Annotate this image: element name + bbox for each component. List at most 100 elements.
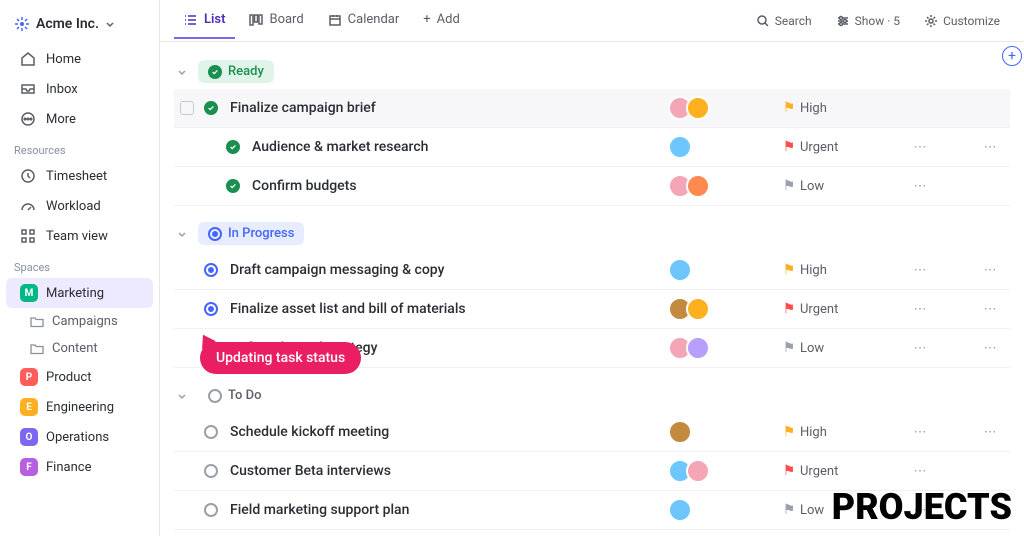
status-open-icon[interactable] [204,503,218,517]
status-progress-icon[interactable] [204,263,218,277]
task-title: Draft campaign messaging & copy [230,262,668,278]
sidebar-space-engineering[interactable]: EEngineering [6,392,153,422]
group-badge: To Do [198,384,272,407]
tab-list[interactable]: List [174,2,235,39]
chevron-down-icon[interactable] [174,64,190,80]
flag-icon[interactable]: ⚑ [783,262,796,278]
nav-timesheet[interactable]: Timesheet [6,161,153,191]
flag-icon[interactable]: ⚑ [783,340,796,356]
assignees [668,336,728,360]
task-row[interactable]: Confirm budgets ⚑ Low ⋯ [174,167,1010,206]
status-open-icon[interactable] [204,464,218,478]
tab-add-label: Add [437,12,460,27]
sidebar-space-marketing[interactable]: M Marketing [6,278,153,308]
more-icon[interactable]: ⋯ [970,263,1010,278]
status-done-icon[interactable] [226,179,240,193]
avatar[interactable] [668,420,692,444]
group-header[interactable]: To Do [174,378,1010,413]
more-icon[interactable]: ⋯ [870,263,970,278]
sidebar-space-finance[interactable]: FFinance [6,452,153,482]
status-open-icon[interactable] [204,425,218,439]
status-progress-icon[interactable] [204,302,218,316]
space-label: Marketing [46,286,104,301]
chevron-down-icon[interactable] [174,226,190,242]
task-row[interactable]: Audience & market research ⚑ Urgent ⋯ ⋯ [174,128,1010,167]
more-icon[interactable]: ⋯ [870,140,970,155]
group-label: In Progress [228,226,294,241]
task-title: Field marketing support plan [230,502,668,518]
space-badge: M [20,284,38,302]
avatar[interactable] [686,297,710,321]
gauge-icon [20,198,36,214]
task-row[interactable]: Finalize asset list and bill of material… [174,290,1010,329]
task-row[interactable]: Finalize campaign brief ⚑ High [174,89,1010,128]
sidebar-folder-campaigns[interactable]: Campaigns [0,308,159,335]
search-icon [756,14,770,28]
flag-icon[interactable]: ⚑ [783,502,796,518]
task-row[interactable]: Schedule kickoff meeting ⚑ High ⋯ ⋯ [174,413,1010,452]
task-row[interactable]: Draft campaign messaging & copy ⚑ High ⋯… [174,251,1010,290]
sidebar-space-product[interactable]: PProduct [6,362,153,392]
more-icon[interactable]: ⋯ [870,302,970,317]
workspace-switcher[interactable]: Acme Inc. [0,10,159,44]
add-task-button[interactable]: + [1002,46,1022,66]
folder-icon [30,315,44,329]
clock-icon [20,168,36,184]
show-button[interactable]: Show · 5 [826,8,910,34]
tab-calendar[interactable]: Calendar [318,2,410,39]
group-label: Ready [228,64,264,79]
nav-inbox[interactable]: Inbox [6,74,153,104]
nav-home[interactable]: Home [6,44,153,74]
avatar[interactable] [668,135,692,159]
tab-board[interactable]: Board [239,2,313,39]
customize-label: Customize [943,14,1000,28]
task-title: Confirm budgets [252,178,668,194]
customize-button[interactable]: Customize [914,8,1010,34]
nav-teamview[interactable]: Team view [6,221,153,251]
flag-icon[interactable]: ⚑ [783,100,796,116]
group-header[interactable]: In Progress [174,216,1010,251]
more-icon[interactable]: ⋯ [870,179,970,194]
task-checkbox[interactable] [180,101,194,115]
status-done-icon[interactable] [204,101,218,115]
more-icon[interactable]: ⋯ [970,341,1010,356]
avatar[interactable] [686,336,710,360]
more-icon[interactable]: ⋯ [970,302,1010,317]
nav-home-label: Home [46,52,81,67]
avatar[interactable] [668,498,692,522]
flag-icon[interactable]: ⚑ [783,463,796,479]
nav-more-label: More [46,112,76,127]
flag-icon[interactable]: ⚑ [783,301,796,317]
nav-teamview-label: Team view [46,229,108,244]
sidebar-folder-content[interactable]: Content [0,335,159,362]
avatar[interactable] [686,96,710,120]
flag-icon[interactable]: ⚑ [783,178,796,194]
search-button[interactable]: Search [746,8,822,34]
task-priority: Low [800,179,870,194]
resources-label: Resources [0,134,159,161]
more-icon[interactable]: ⋯ [970,140,1010,155]
task-priority: Urgent [800,140,870,155]
tab-add[interactable]: + Add [413,2,470,39]
task-title: Customer Beta interviews [230,463,668,479]
group-header[interactable]: Ready [174,54,1010,89]
more-icon[interactable]: ⋯ [970,425,1010,440]
sliders-icon [836,14,850,28]
avatar[interactable] [668,258,692,282]
space-label: Operations [46,430,109,445]
flag-icon[interactable]: ⚑ [783,139,796,155]
flag-icon[interactable]: ⚑ [783,424,796,440]
more-icon[interactable]: ⋯ [870,464,970,479]
group-badge: Ready [198,60,274,83]
nav-workload[interactable]: Workload [6,191,153,221]
avatar[interactable] [686,459,710,483]
avatar[interactable] [686,174,710,198]
more-icon [20,111,36,127]
chevron-down-icon[interactable] [174,388,190,404]
nav-more[interactable]: More [6,104,153,134]
more-icon[interactable]: ⋯ [870,425,970,440]
sidebar: Acme Inc. Home Inbox More Resources Time… [0,0,160,536]
sidebar-space-operations[interactable]: OOperations [6,422,153,452]
status-done-icon[interactable] [226,140,240,154]
more-icon[interactable]: ⋯ [870,341,970,356]
